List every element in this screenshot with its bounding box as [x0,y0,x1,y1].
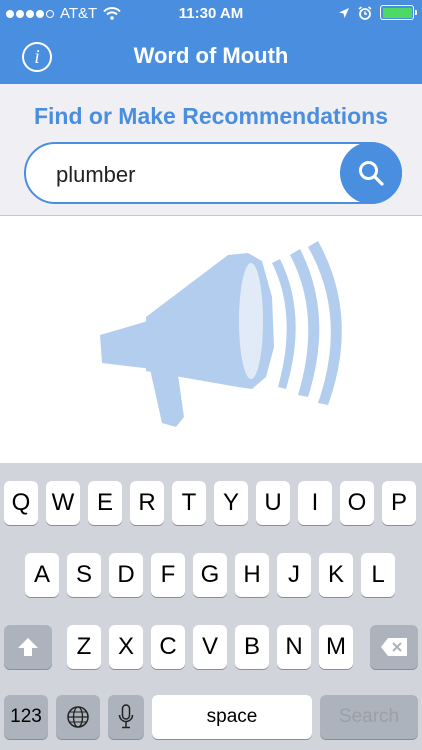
page-title: Word of Mouth [133,43,289,68]
key-b[interactable]: B [235,625,269,669]
key-t[interactable]: T [172,481,206,525]
search-icon [359,161,384,186]
backspace-key[interactable] [370,625,418,669]
key-q[interactable]: Q [4,481,38,525]
key-k[interactable]: K [319,553,353,597]
key-w[interactable]: W [46,481,80,525]
key-n[interactable]: N [277,625,311,669]
globe-key[interactable] [56,695,100,739]
hero-area [0,217,422,463]
key-f[interactable]: F [151,553,185,597]
alarm-clock-icon [358,5,372,20]
search-section: Find or Make Recommendations plumber [0,84,422,216]
key-c[interactable]: C [151,625,185,669]
space-key[interactable]: space [152,695,312,739]
numbers-key[interactable]: 123 [4,695,48,739]
microphone-icon [118,704,134,729]
key-i[interactable]: I [298,481,332,525]
key-s[interactable]: S [67,553,101,597]
key-r[interactable]: R [130,481,164,525]
search-button[interactable] [340,142,402,204]
megaphone-icon [100,241,342,427]
key-d[interactable]: D [109,553,143,597]
key-z[interactable]: Z [67,625,101,669]
key-g[interactable]: G [193,553,227,597]
battery-icon [380,5,417,20]
keyboard: Q W E R T Y U I O P A S D F G H J K L Z … [0,463,422,750]
key-o[interactable]: O [340,481,374,525]
app-header: AT&T 11:30 AM i Word of Mouth [0,0,422,84]
key-x[interactable]: X [109,625,143,669]
key-v[interactable]: V [193,625,227,669]
shift-arrow-icon [18,638,38,656]
dictation-key[interactable] [108,695,144,739]
search-key[interactable]: Search [320,695,418,739]
key-u[interactable]: U [256,481,290,525]
globe-icon [67,706,89,728]
key-l[interactable]: L [361,553,395,597]
key-m[interactable]: M [319,625,353,669]
search-subtitle: Find or Make Recommendations [33,103,388,129]
key-j[interactable]: J [277,553,311,597]
key-a[interactable]: A [25,553,59,597]
backspace-icon [381,638,407,656]
shift-key[interactable] [4,625,52,669]
search-input[interactable]: plumber [24,142,402,204]
key-p[interactable]: P [382,481,416,525]
key-e[interactable]: E [88,481,122,525]
status-bar: AT&T 11:30 AM [0,0,422,28]
location-arrow-icon [339,7,349,18]
search-query-text[interactable]: plumber [56,162,135,188]
key-y[interactable]: Y [214,481,248,525]
key-h[interactable]: H [235,553,269,597]
